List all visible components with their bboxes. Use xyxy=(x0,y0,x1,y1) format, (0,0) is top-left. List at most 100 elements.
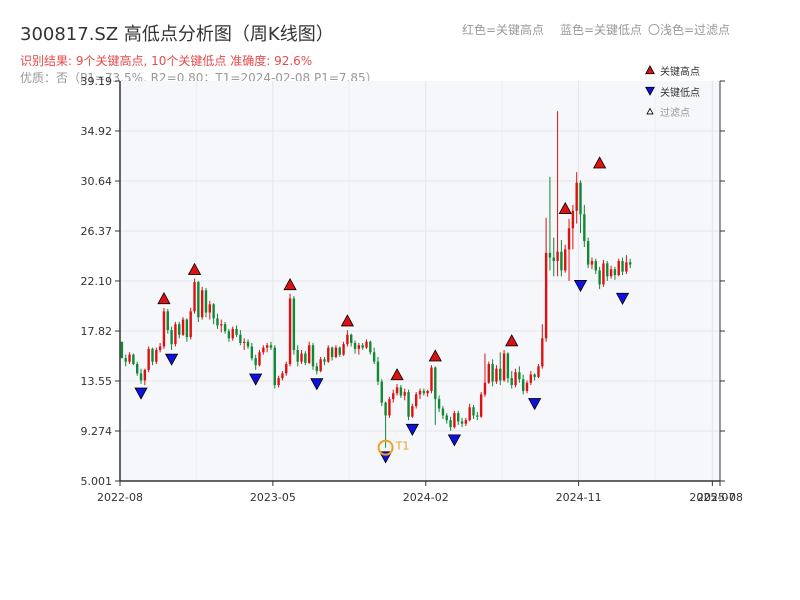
candle-body xyxy=(514,372,517,386)
candle-body xyxy=(564,249,567,271)
candle-body xyxy=(350,334,353,343)
candle-body xyxy=(380,381,383,403)
candle-body xyxy=(571,210,575,229)
candle-body xyxy=(395,387,399,394)
candle-body xyxy=(250,346,254,359)
candle-body xyxy=(288,298,292,365)
candle-body xyxy=(479,394,483,417)
candle-body xyxy=(460,421,464,424)
candle-body xyxy=(407,392,410,417)
candle-body xyxy=(548,252,552,258)
candle-body xyxy=(422,390,426,394)
candle-body xyxy=(625,262,628,272)
candle-body xyxy=(200,290,204,318)
candle-body xyxy=(361,345,364,348)
candle-body xyxy=(537,366,540,377)
candle-body xyxy=(319,359,322,372)
candle-body xyxy=(499,368,502,381)
candle-body xyxy=(158,346,162,350)
candle-body xyxy=(197,282,200,318)
x-tick-label: 2024-02 xyxy=(403,491,449,504)
candle-body xyxy=(120,341,124,359)
candle-body xyxy=(281,373,284,379)
candle-body xyxy=(147,348,150,370)
legend-label: 关键高点 xyxy=(660,65,700,78)
y-tick-label: 26.37 xyxy=(81,225,113,238)
candle-body xyxy=(300,353,303,362)
candle-body xyxy=(369,341,372,353)
candle-body xyxy=(258,352,261,366)
candle-body xyxy=(254,358,257,366)
candle-body xyxy=(243,341,246,343)
candle-body xyxy=(621,261,624,272)
candle-body xyxy=(628,262,632,265)
candle-body xyxy=(491,364,494,382)
candle-body xyxy=(285,364,288,374)
candle-body xyxy=(552,257,555,262)
candle-body xyxy=(502,353,506,381)
candle-body xyxy=(273,347,276,386)
candle-body xyxy=(334,347,338,357)
y-tick-label: 39.19 xyxy=(81,75,113,88)
candle-body xyxy=(162,311,166,347)
candle-body xyxy=(135,364,139,374)
candle-body xyxy=(181,319,185,335)
y-tick-label: 13.55 xyxy=(81,375,113,388)
candle-body xyxy=(403,392,406,396)
candle-body xyxy=(544,252,548,339)
candle-body xyxy=(434,367,437,400)
y-tick-label: 9.274 xyxy=(81,425,113,438)
candlestick-chart: T1 5.001 9.274 13.55 17.82 22.10 26.37 30.64 34… xyxy=(81,65,743,504)
candle-body xyxy=(178,324,181,335)
candle-body xyxy=(365,341,368,348)
legend-label: 过滤点 xyxy=(660,106,690,119)
candle-body xyxy=(155,349,158,362)
y-tick-label: 30.64 xyxy=(81,175,113,188)
y-tick-label: 17.82 xyxy=(81,325,113,338)
candle-body xyxy=(594,261,597,271)
candle-body xyxy=(189,311,192,338)
candle-body xyxy=(606,263,609,277)
candle-body xyxy=(533,374,536,377)
candle-body xyxy=(449,420,452,428)
candle-body xyxy=(170,330,173,345)
candle-body xyxy=(453,413,456,428)
candle-body xyxy=(235,328,238,335)
candle-body xyxy=(598,270,601,285)
x-tick-label: 2025-08 xyxy=(697,491,743,504)
candle-body xyxy=(529,374,533,383)
candle-body xyxy=(586,241,590,265)
candle-body xyxy=(292,298,296,350)
candle-body xyxy=(476,415,479,417)
candle-body xyxy=(346,334,349,345)
candle-body xyxy=(399,387,403,396)
candle-body xyxy=(384,402,387,416)
candle-body xyxy=(556,251,559,262)
candle-body xyxy=(426,390,429,394)
candle-body xyxy=(525,382,529,391)
candle-body xyxy=(457,413,460,422)
x-tick-label: 2022-08 xyxy=(97,491,143,504)
candle-body xyxy=(223,324,227,332)
candle-body xyxy=(579,182,582,215)
candle-body xyxy=(590,261,594,265)
candle-body xyxy=(353,342,357,349)
candle-body xyxy=(208,304,212,313)
candle-body xyxy=(445,415,448,421)
candle-body xyxy=(613,269,617,276)
candle-body xyxy=(216,318,219,326)
candle-body xyxy=(583,214,586,242)
candle-body xyxy=(311,345,315,367)
candle-body xyxy=(510,378,513,386)
candle-body xyxy=(376,361,380,382)
candle-body xyxy=(430,367,433,391)
candle-body xyxy=(265,345,269,348)
candle-body xyxy=(307,345,311,363)
candle-body xyxy=(602,263,605,285)
candle-body xyxy=(468,407,471,421)
x-tick-label: 2023-05 xyxy=(250,491,296,504)
y-tick-label: 5.001 xyxy=(81,475,113,488)
candle-body xyxy=(139,373,143,381)
candle-body xyxy=(609,269,613,277)
candle-body xyxy=(392,393,395,400)
